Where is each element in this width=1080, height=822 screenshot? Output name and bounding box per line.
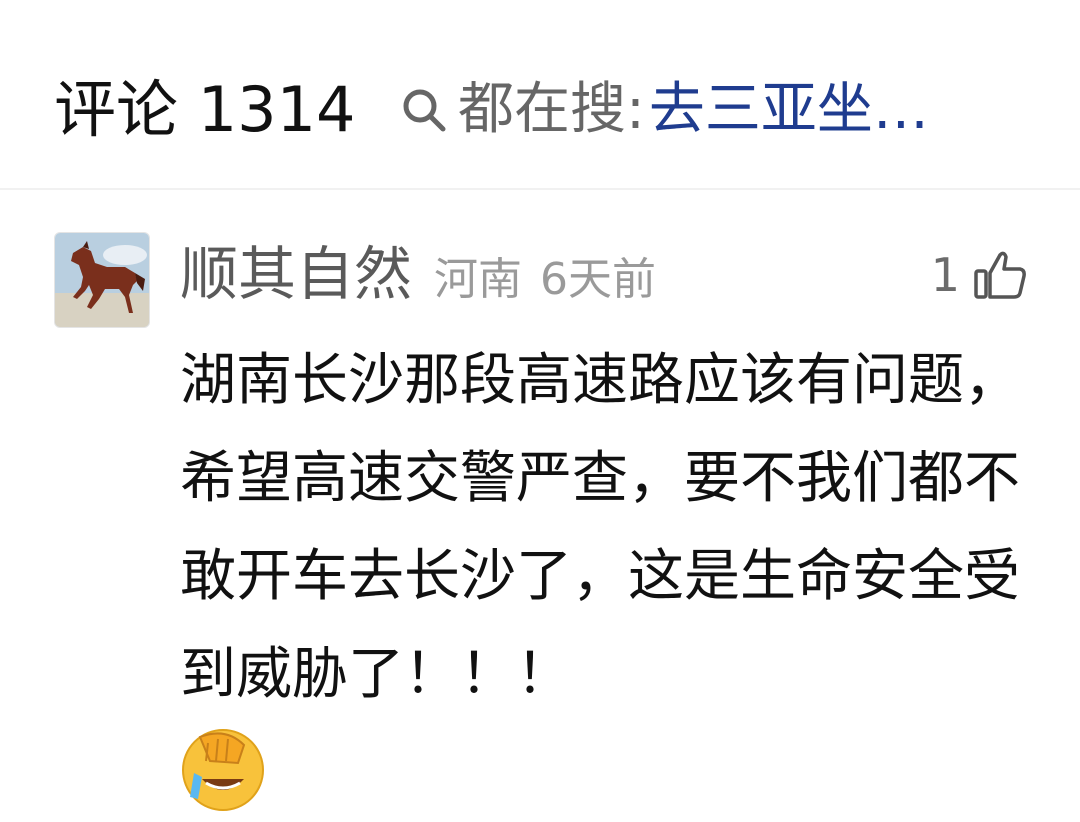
timestamp: 6天前 [540, 254, 657, 305]
search-icon [403, 89, 446, 132]
search-label: 都在搜: [458, 77, 645, 142]
avatar[interactable] [54, 232, 150, 328]
trending-search-link[interactable]: 都在搜: 去三亚坐… [398, 72, 929, 148]
location-label: 河南 [434, 254, 523, 305]
like-button[interactable]: 1 [931, 240, 1028, 310]
thumbs-up-icon [974, 251, 1026, 299]
facepalm-laugh-emoji-icon [182, 729, 264, 811]
comment-text: 湖南长沙那段高速路应该有问题，希望高速交警严查，要不我们都不敢开车去长沙了，这是… [180, 348, 1020, 707]
comments-count-title: 评论 1314 [54, 73, 356, 146]
search-ellipsis: … [872, 77, 929, 142]
comments-header: 评论 1314 都在搜: 去三亚坐… [0, 0, 1080, 190]
username[interactable]: 顺其自然 [180, 238, 412, 310]
search-term[interactable]: 去三亚坐 [649, 72, 873, 148]
comment-meta: 顺其自然 河南 6天前 [180, 238, 656, 310]
like-count: 1 [930, 248, 960, 302]
horse-avatar-icon [55, 233, 149, 327]
